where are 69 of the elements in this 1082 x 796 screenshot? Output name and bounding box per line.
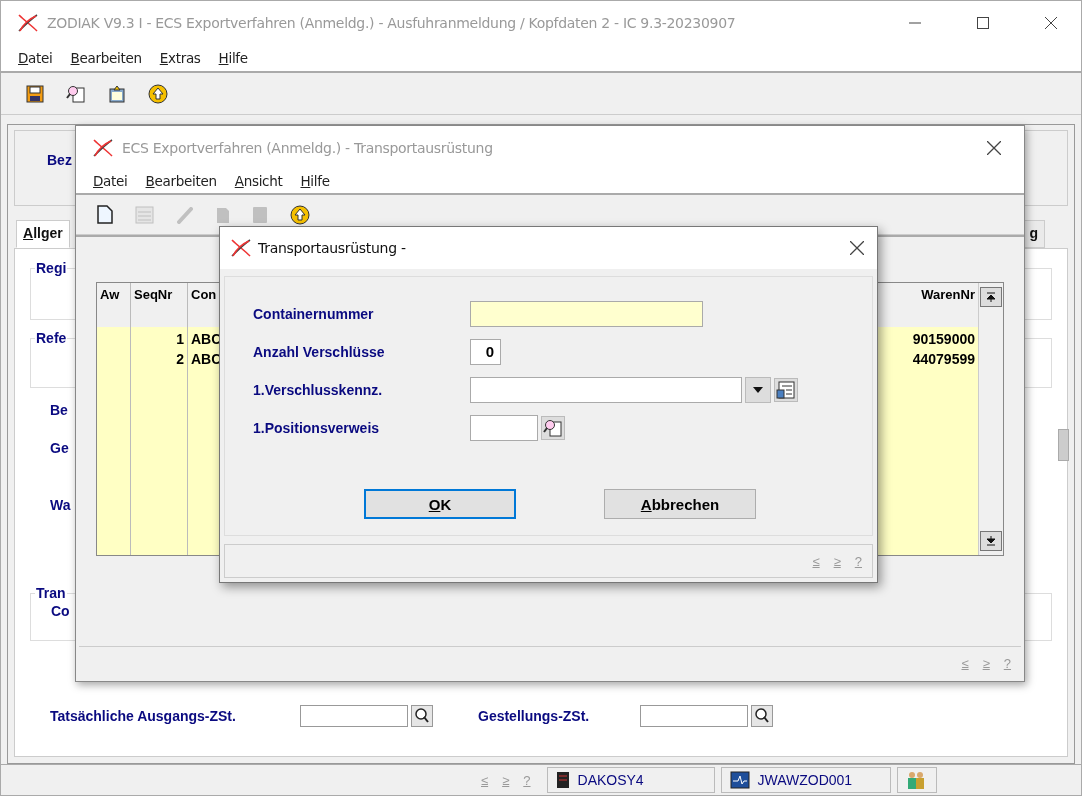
field-label: Co bbox=[50, 603, 71, 619]
scrollbar-thumb[interactable] bbox=[1058, 429, 1069, 461]
logo-icon bbox=[17, 13, 39, 33]
scroll-bottom-icon bbox=[986, 536, 996, 546]
group-label: Regi bbox=[35, 260, 68, 276]
menu-item[interactable]: Bearbeiten bbox=[136, 173, 226, 189]
menu-item[interactable]: Extras bbox=[150, 50, 210, 66]
table-cell-text: 44079599 bbox=[911, 350, 976, 369]
scroll-top-button[interactable] bbox=[980, 287, 1002, 307]
new-document-icon[interactable] bbox=[97, 205, 113, 224]
tab[interactable]: g bbox=[1024, 220, 1045, 248]
dropdown-button[interactable] bbox=[745, 377, 771, 403]
clipboard-icon[interactable] bbox=[108, 84, 126, 103]
logo-icon bbox=[230, 238, 252, 258]
upload-icon[interactable] bbox=[148, 83, 168, 104]
upload-icon[interactable] bbox=[290, 204, 310, 225]
window-title: ZODIAK V9.3 I - ECS Exportverfahren (Anmeldg.) - Ausfuhranmeldung / Kopfdaten 2 - IC 9.3-20230907 bbox=[47, 15, 737, 31]
group-label: Refe bbox=[35, 330, 68, 346]
table-cell-text: 1 bbox=[175, 330, 185, 349]
field-label: Containernummer bbox=[253, 306, 375, 322]
server-icon bbox=[555, 771, 570, 789]
scroll-top-icon bbox=[986, 292, 996, 302]
search-key-icon[interactable] bbox=[411, 705, 433, 727]
field-label: Bez bbox=[47, 152, 72, 168]
tab[interactable]: Allger bbox=[16, 220, 70, 248]
monitor-icon bbox=[729, 771, 750, 789]
close-icon[interactable] bbox=[987, 140, 1001, 155]
input-field[interactable] bbox=[300, 705, 408, 727]
list-icon[interactable] bbox=[774, 378, 798, 402]
close-icon[interactable] bbox=[1045, 17, 1057, 29]
document-search-icon[interactable] bbox=[66, 84, 86, 103]
table-cell-text: ABC bbox=[190, 330, 223, 349]
field-label: Ge bbox=[50, 440, 69, 456]
logo-icon bbox=[92, 137, 114, 158]
menu-item[interactable]: Ansicht bbox=[225, 173, 292, 189]
group-label: Tran bbox=[35, 585, 67, 601]
input-field[interactable] bbox=[470, 377, 742, 403]
document-search-icon[interactable] bbox=[541, 416, 565, 440]
field-label: 1.Verschlusskennz. bbox=[253, 382, 384, 398]
maximize-icon[interactable] bbox=[977, 17, 989, 29]
field-label: Be bbox=[50, 402, 68, 418]
table-cell-text: ABC bbox=[190, 350, 223, 369]
close-icon[interactable] bbox=[850, 241, 864, 255]
input-field[interactable] bbox=[470, 301, 703, 327]
input-field[interactable] bbox=[640, 705, 748, 727]
users-icon bbox=[905, 770, 926, 790]
status-text: JWAWZOD001 bbox=[757, 772, 853, 788]
menu-item[interactable]: Bearbeiten bbox=[61, 50, 151, 66]
dialog-button[interactable]: OK bbox=[364, 489, 516, 519]
field-label: Gestellungs-ZSt. bbox=[478, 708, 591, 724]
table-cell-text: 90159000 bbox=[911, 330, 976, 349]
search-key-icon[interactable] bbox=[751, 705, 773, 727]
input-field[interactable] bbox=[470, 415, 538, 441]
field-label: Anzahl Verschlüsse bbox=[253, 344, 386, 360]
field-label: Wa bbox=[50, 497, 71, 513]
table-cell-text: 2 bbox=[175, 350, 185, 369]
menu-item[interactable]: Hilfe bbox=[209, 50, 257, 66]
field-label: Tatsächliche Ausgangs-ZSt. bbox=[50, 708, 237, 724]
window-title: ECS Exportverfahren (Anmeldg.) - Transportausrüstung bbox=[122, 139, 494, 156]
caret-icon bbox=[753, 387, 763, 393]
scroll-bottom-button[interactable] bbox=[980, 531, 1002, 551]
menu-item[interactable]: Datei bbox=[9, 50, 62, 66]
input-field[interactable]: 0 bbox=[470, 339, 501, 365]
field-label: 1.Positionsverweis bbox=[253, 420, 381, 436]
menu-item[interactable]: Hilfe bbox=[291, 173, 339, 189]
dialog-title: Transportausrüstung - bbox=[258, 240, 407, 256]
menu-item[interactable]: Datei bbox=[84, 173, 137, 189]
dialog-button[interactable]: Abbrechen bbox=[604, 489, 756, 519]
status-text: DAKOSY4 bbox=[577, 772, 644, 788]
